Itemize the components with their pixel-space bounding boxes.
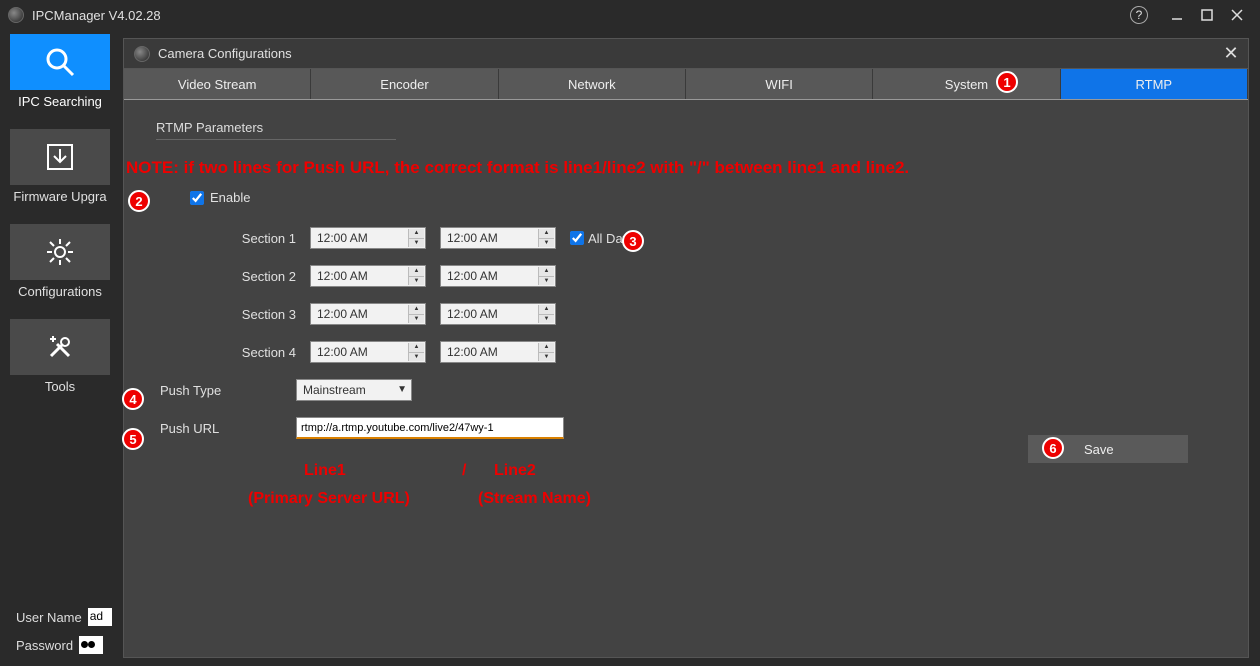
section-label: Section 4 xyxy=(216,345,296,360)
section-3-row: Section 3 12:00 AM▲▼ 12:00 AM▲▼ xyxy=(216,303,1216,325)
section-title: RTMP Parameters xyxy=(156,120,396,140)
annotation-primary: (Primary Server URL) xyxy=(248,490,410,508)
panel-close-button[interactable]: ✕ xyxy=(1214,43,1248,64)
section-3-from[interactable]: 12:00 AM▲▼ xyxy=(310,303,426,325)
annotation-badge-1: 1 xyxy=(996,71,1018,93)
sidebar-item-label: Tools xyxy=(45,379,75,394)
annotation-slash: / xyxy=(462,462,466,480)
enable-checkbox[interactable] xyxy=(190,191,204,205)
tab-video-stream[interactable]: Video Stream xyxy=(124,69,311,99)
annotation-badge-2: 2 xyxy=(128,190,150,212)
save-label: Save xyxy=(1084,442,1114,457)
username-label: User Name xyxy=(16,610,82,625)
section-2-from[interactable]: 12:00 AM▲▼ xyxy=(310,265,426,287)
sidebar-item-label: Configurations xyxy=(18,284,102,299)
section-label: Section 2 xyxy=(216,269,296,284)
section-2-to[interactable]: 12:00 AM▲▼ xyxy=(440,265,556,287)
enable-label: Enable xyxy=(210,190,250,205)
sidebar-item-configurations[interactable]: Configurations xyxy=(10,224,110,299)
tab-wifi[interactable]: WIFI xyxy=(686,69,873,99)
help-icon[interactable]: ? xyxy=(1130,6,1148,24)
password-field[interactable] xyxy=(79,636,103,654)
tab-system[interactable]: System xyxy=(873,69,1060,99)
annotation-badge-3: 3 xyxy=(622,230,644,252)
section-1-from[interactable]: 12:00 AM▲▼ xyxy=(310,227,426,249)
sidebar-footer: User Name ad Password xyxy=(0,598,120,666)
close-button[interactable] xyxy=(1222,3,1252,27)
push-type-label: Push Type xyxy=(160,383,240,398)
maximize-button[interactable] xyxy=(1192,3,1222,27)
panel-title: Camera Configurations xyxy=(158,46,292,61)
push-type-select[interactable]: Mainstream▼ xyxy=(296,379,412,401)
section-1-to[interactable]: 12:00 AM▲▼ xyxy=(440,227,556,249)
config-tabs: Video Stream Encoder Network WIFI System… xyxy=(124,69,1248,100)
search-icon xyxy=(43,45,77,79)
annotation-note: NOTE: if two lines for Push URL, the cor… xyxy=(126,158,909,178)
annotation-line2: Line2 xyxy=(494,462,536,480)
push-type-row: Push Type Mainstream▼ xyxy=(216,379,1216,401)
sidebar-item-label: Firmware Upgra xyxy=(13,189,106,204)
enable-row: Enable xyxy=(190,190,1216,205)
section-2-row: Section 2 12:00 AM▲▼ 12:00 AM▲▼ xyxy=(216,265,1216,287)
titlebar: IPCManager V4.02.28 ? xyxy=(0,0,1260,30)
annotation-stream: (Stream Name) xyxy=(478,490,591,508)
minimize-button[interactable] xyxy=(1162,3,1192,27)
section-3-to[interactable]: 12:00 AM▲▼ xyxy=(440,303,556,325)
tab-rtmp[interactable]: RTMP xyxy=(1061,69,1248,99)
camera-config-panel: Camera Configurations ✕ Video Stream Enc… xyxy=(123,38,1249,658)
annotation-badge-4: 4 xyxy=(122,388,144,410)
rtmp-panel: RTMP Parameters NOTE: if two lines for P… xyxy=(124,100,1248,475)
tab-network[interactable]: Network xyxy=(499,69,686,99)
section-4-row: Section 4 12:00 AM▲▼ 12:00 AM▲▼ xyxy=(216,341,1216,363)
section-label: Section 3 xyxy=(216,307,296,322)
username-field[interactable]: ad xyxy=(88,608,112,626)
push-url-label: Push URL xyxy=(160,421,240,436)
sidebar-item-firmware-upgrade[interactable]: Firmware Upgra xyxy=(10,129,110,204)
panel-header: Camera Configurations ✕ xyxy=(124,39,1248,69)
password-label: Password xyxy=(16,638,73,653)
annotation-badge-5: 5 xyxy=(122,428,144,450)
section-1-row: Section 1 12:00 AM▲▼ 12:00 AM▲▼ All Day xyxy=(216,227,1216,249)
annotation-badge-6: 6 xyxy=(1042,437,1064,459)
app-icon xyxy=(8,7,24,23)
section-label: Section 1 xyxy=(216,231,296,246)
all-day-checkbox[interactable] xyxy=(570,231,584,245)
sidebar: IPC Searching Firmware Upgra Configurati… xyxy=(0,30,120,666)
save-button[interactable]: 6 Save xyxy=(1028,435,1188,463)
tab-encoder[interactable]: Encoder xyxy=(311,69,498,99)
sidebar-item-ipc-searching[interactable]: IPC Searching xyxy=(10,34,110,109)
sidebar-item-label: IPC Searching xyxy=(18,94,102,109)
section-4-to[interactable]: 12:00 AM▲▼ xyxy=(440,341,556,363)
tools-icon xyxy=(45,332,75,362)
camera-icon xyxy=(134,46,150,62)
download-icon xyxy=(45,142,75,172)
annotation-line1: Line1 xyxy=(304,462,346,480)
gear-icon xyxy=(45,237,75,267)
app-title: IPCManager V4.02.28 xyxy=(32,8,161,23)
sidebar-item-tools[interactable]: Tools xyxy=(10,319,110,394)
push-url-input[interactable] xyxy=(296,417,564,439)
section-4-from[interactable]: 12:00 AM▲▼ xyxy=(310,341,426,363)
